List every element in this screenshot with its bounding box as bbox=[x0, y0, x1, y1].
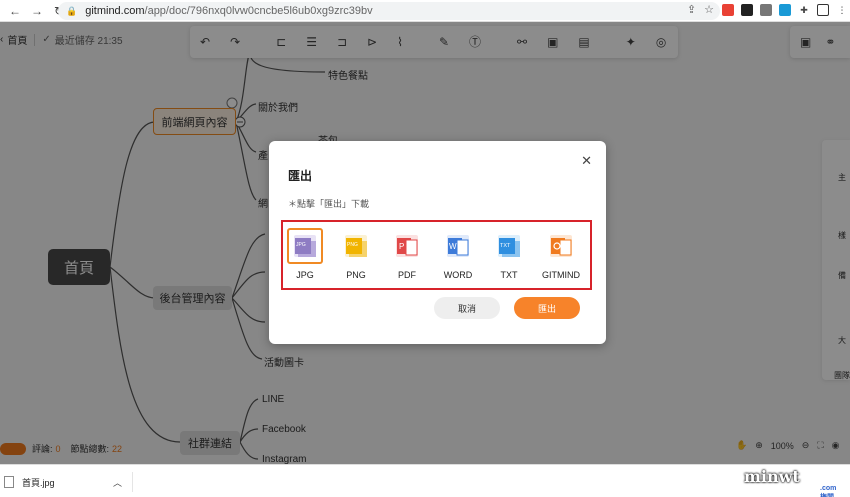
format-option-png[interactable]: PNG PNG bbox=[336, 228, 376, 280]
format-option-txt[interactable]: TXT TXT bbox=[489, 228, 529, 280]
svg-text:P: P bbox=[399, 242, 404, 251]
format-label-word: WORD bbox=[443, 270, 473, 280]
extension-icon-3[interactable] bbox=[760, 4, 772, 16]
svg-text:PNG: PNG bbox=[347, 242, 358, 248]
extension-icon-1[interactable] bbox=[722, 4, 734, 16]
format-option-jpg[interactable]: JPG JPG bbox=[285, 228, 325, 280]
format-label-txt: TXT bbox=[500, 270, 518, 280]
browser-toolbar: ← → ↻ 🔒 gitmind.com/app/doc/796nxq0lvw0c… bbox=[0, 0, 850, 22]
share-icon[interactable]: ⇪ bbox=[687, 3, 696, 16]
forward-icon[interactable]: → bbox=[30, 4, 44, 18]
cancel-button[interactable]: 取消 bbox=[434, 297, 500, 319]
download-item[interactable]: 首頁.jpg ︿ bbox=[0, 472, 133, 492]
menu-icon[interactable]: ⋮ bbox=[836, 4, 848, 16]
extension-icon-4[interactable] bbox=[779, 4, 791, 16]
watermark-text: minwt bbox=[744, 467, 800, 486]
download-bar: 首頁.jpg ︿ minwt .com 梅問題 bbox=[0, 464, 850, 497]
file-icon bbox=[4, 476, 14, 488]
watermark-logo: minwt .com 梅問題 bbox=[744, 467, 836, 497]
dialog-hint: ＊點擊「匯出」下載 bbox=[288, 199, 370, 209]
format-label-png: PNG bbox=[346, 270, 366, 280]
pdf-file-icon: P bbox=[389, 228, 425, 264]
format-label-pdf: PDF bbox=[398, 270, 416, 280]
url-path: /app/doc/796nxq0lvw0cncbe5l6ub0xg9zrc39b… bbox=[144, 5, 373, 17]
svg-text:W: W bbox=[449, 242, 457, 251]
dialog-title: 匯出 bbox=[288, 169, 313, 183]
svg-text:JPG: JPG bbox=[296, 242, 306, 248]
app-canvas: 首頁 前端網頁內容 後台管理內容 社群連結 特色餐點 關於我們 茶包 產 網 活… bbox=[0, 22, 850, 464]
close-icon[interactable]: ✕ bbox=[581, 153, 592, 169]
jpg-file-icon: JPG bbox=[287, 228, 323, 264]
format-label-jpg: JPG bbox=[296, 270, 314, 280]
format-option-word[interactable]: W WORD bbox=[438, 228, 478, 280]
extension-icon-2[interactable] bbox=[741, 4, 753, 16]
download-filename: 首頁.jpg bbox=[22, 477, 55, 488]
txt-file-icon: TXT bbox=[491, 228, 527, 264]
star-icon[interactable]: ☆ bbox=[704, 3, 714, 16]
format-label-gitmind: GITMIND bbox=[542, 270, 580, 280]
watermark-sub: .com 梅問題 bbox=[820, 485, 837, 497]
back-icon[interactable]: ← bbox=[8, 4, 22, 18]
export-dialog: 匯出 ✕ ＊點擊「匯出」下載 JPG JPG PNG PNG P PDF W W… bbox=[269, 141, 606, 344]
chevron-up-icon[interactable]: ︿ bbox=[113, 476, 122, 489]
lock-icon: 🔒 bbox=[66, 5, 78, 16]
address-bar[interactable]: 🔒 gitmind.com/app/doc/796nxq0lvw0cncbe5l… bbox=[58, 2, 720, 20]
svg-text:TXT: TXT bbox=[500, 243, 511, 249]
format-options: JPG JPG PNG PNG P PDF W WORD TXT TXT GIT… bbox=[281, 220, 592, 290]
export-button[interactable]: 匯出 bbox=[514, 297, 580, 319]
url-host: gitmind.com bbox=[85, 5, 145, 17]
puzzle-icon[interactable]: ✚ bbox=[798, 4, 810, 16]
format-option-gitmind[interactable]: GITMIND bbox=[540, 228, 582, 280]
format-option-pdf[interactable]: P PDF bbox=[387, 228, 427, 280]
word-file-icon: W bbox=[440, 228, 476, 264]
png-file-icon: PNG bbox=[338, 228, 374, 264]
gitmind-file-icon bbox=[543, 228, 579, 264]
sidebar-icon[interactable] bbox=[817, 4, 829, 16]
